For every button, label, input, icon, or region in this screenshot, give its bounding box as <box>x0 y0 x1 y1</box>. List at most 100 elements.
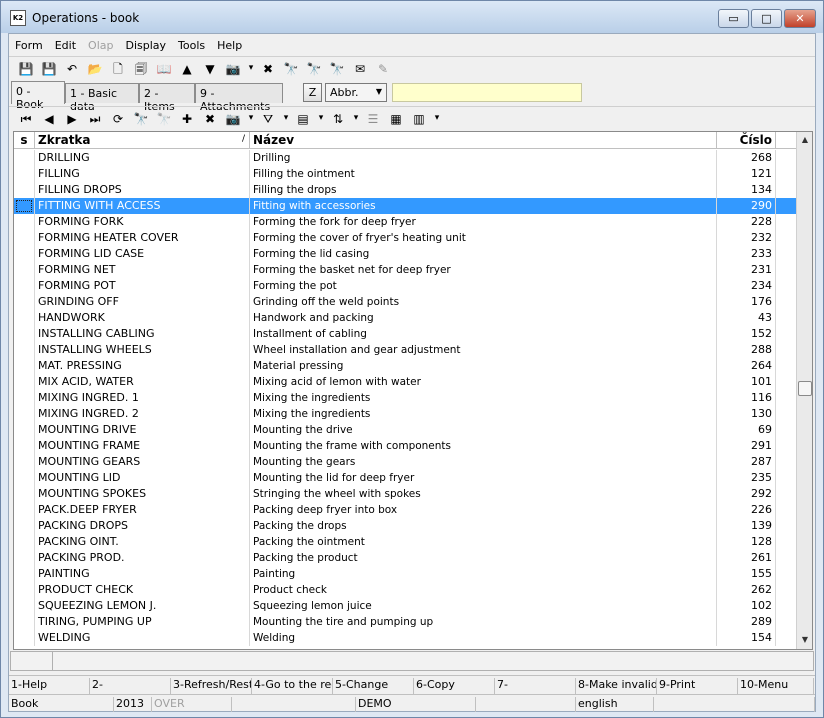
row-status-cell[interactable] <box>14 310 35 326</box>
cell-zkratka[interactable]: FORMING HEATER COVER <box>35 230 250 246</box>
row-status-cell[interactable] <box>14 326 35 342</box>
table-row[interactable]: PAINTING Painting 155 <box>14 566 796 582</box>
row-status-cell[interactable] <box>14 166 35 182</box>
cell-zkratka[interactable]: PACKING PROD. <box>35 550 250 566</box>
cell-nazev[interactable]: Painting <box>250 566 717 582</box>
columns-icon[interactable]: ▤ <box>294 110 312 128</box>
cell-zkratka[interactable]: MAT. PRESSING <box>35 358 250 374</box>
table-row[interactable]: GRINDING OFF Grinding off the weld points… <box>14 294 796 310</box>
cell-nazev[interactable]: Mixing acid of lemon with water <box>250 374 717 390</box>
row-status-cell[interactable] <box>14 582 35 598</box>
dropdown-arrow-icon[interactable]: ▾ <box>433 110 441 128</box>
save-as-icon[interactable]: 💾 <box>40 60 58 78</box>
cell-zkratka[interactable]: FORMING NET <box>35 262 250 278</box>
row-status-cell[interactable] <box>14 438 35 454</box>
cell-nazev[interactable]: Packing the product <box>250 550 717 566</box>
cell-zkratka[interactable]: MIX ACID, WATER <box>35 374 250 390</box>
cell-nazev[interactable]: Mixing the ingredients <box>250 390 717 406</box>
row-status-cell[interactable] <box>14 470 35 486</box>
tab-book[interactable]: 0 - Book <box>11 81 65 111</box>
scroll-up-icon[interactable]: ▲ <box>797 132 812 148</box>
dropdown-arrow-icon[interactable]: ▾ <box>317 110 325 128</box>
binoculars-icon[interactable]: 🔭 <box>282 60 300 78</box>
cell-zkratka[interactable]: FILLING <box>35 166 250 182</box>
cell-cislo[interactable]: 152 <box>717 326 776 342</box>
undo-icon[interactable]: ↶ <box>63 60 81 78</box>
previous-record-icon[interactable]: ◀ <box>40 110 58 128</box>
row-status-cell[interactable] <box>14 278 35 294</box>
cell-nazev[interactable]: Filling the ointment <box>250 166 717 182</box>
table-row[interactable]: MIX ACID, WATER Mixing acid of lemon with… <box>14 374 796 390</box>
table-row[interactable]: DRILLING Drilling 268 <box>14 150 796 166</box>
dropdown-arrow-icon[interactable]: ▾ <box>247 110 255 128</box>
menu-olap[interactable]: Olap <box>82 34 119 56</box>
table-row[interactable]: MIXING INGRED. 1 Mixing the ingredients 11… <box>14 390 796 406</box>
open-folder-icon[interactable]: 📂 <box>86 60 104 78</box>
cell-nazev[interactable]: Wheel installation and gear adjustment <box>250 342 717 358</box>
row-status-cell[interactable] <box>14 246 35 262</box>
row-status-cell[interactable] <box>14 390 35 406</box>
cell-cislo[interactable]: 228 <box>717 214 776 230</box>
menu-help[interactable]: Help <box>211 34 248 56</box>
cell-nazev[interactable]: Packing the drops <box>250 518 717 534</box>
cell-cislo[interactable]: 268 <box>717 150 776 166</box>
row-status-cell[interactable] <box>14 214 35 230</box>
dropdown-arrow-icon[interactable]: ▾ <box>352 110 360 128</box>
cell-cislo[interactable]: 290 <box>717 198 776 214</box>
minimize-button[interactable]: ▭ <box>718 9 749 28</box>
cell-cislo[interactable]: 261 <box>717 550 776 566</box>
table-row[interactable]: PRODUCT CHECK Product check 262 <box>14 582 796 598</box>
first-record-icon[interactable]: ⏮ <box>17 110 35 128</box>
cell-zkratka[interactable]: FORMING LID CASE <box>35 246 250 262</box>
cell-nazev[interactable]: Drilling <box>250 150 717 166</box>
camera-icon[interactable]: 📷 <box>224 60 242 78</box>
cell-cislo[interactable]: 292 <box>717 486 776 502</box>
title-bar[interactable]: K2 Operations - book ▭ □ ✕ <box>1 1 823 33</box>
cell-nazev[interactable]: Squeezing lemon juice <box>250 598 717 614</box>
table-row[interactable]: FORMING HEATER COVER Forming the cover of… <box>14 230 796 246</box>
cell-zkratka[interactable]: INSTALLING WHEELS <box>35 342 250 358</box>
cell-cislo[interactable]: 121 <box>717 166 776 182</box>
cell-cislo[interactable]: 134 <box>717 182 776 198</box>
table-row[interactable]: FITTING WITH ACCESS Fitting with accessor… <box>14 198 796 214</box>
table-row[interactable]: TIRING, PUMPING UP Mounting the tire and … <box>14 614 796 630</box>
cell-nazev[interactable]: Forming the fork for deep fryer <box>250 214 717 230</box>
binoculars-next-icon[interactable]: 🔭 <box>328 60 346 78</box>
cell-nazev[interactable]: Forming the cover of fryer's heating uni… <box>250 230 717 246</box>
cell-nazev[interactable]: Mounting the lid for deep fryer <box>250 470 717 486</box>
cell-nazev[interactable]: Forming the lid casing <box>250 246 717 262</box>
menu-form[interactable]: Form <box>9 34 49 56</box>
cell-zkratka[interactable]: MOUNTING LID <box>35 470 250 486</box>
next-record-icon[interactable]: ▶ <box>63 110 81 128</box>
excel-icon[interactable]: ✖ <box>259 60 277 78</box>
binoculars-filter-icon[interactable]: 🔭 <box>305 60 323 78</box>
table-row[interactable]: SQUEEZING LEMON J. Squeezing lemon juice 1… <box>14 598 796 614</box>
table-row[interactable]: MOUNTING LID Mounting the lid for deep fr… <box>14 470 796 486</box>
tab-attachments[interactable]: 9 - Attachments <box>195 83 283 113</box>
cell-nazev[interactable]: Welding <box>250 630 717 646</box>
cell-zkratka[interactable]: SQUEEZING LEMON J. <box>35 598 250 614</box>
cell-zkratka[interactable]: TIRING, PUMPING UP <box>35 614 250 630</box>
cell-zkratka[interactable]: PACKING OINT. <box>35 534 250 550</box>
table-row[interactable]: FILLING Filling the ointment 121 <box>14 166 796 182</box>
table-row[interactable]: PACKING PROD. Packing the product 261 <box>14 550 796 566</box>
cell-cislo[interactable]: 130 <box>717 406 776 422</box>
cell-zkratka[interactable]: HANDWORK <box>35 310 250 326</box>
camera-icon[interactable]: 📷 <box>224 110 242 128</box>
cell-zkratka[interactable]: WELDING <box>35 630 250 646</box>
row-status-cell[interactable] <box>14 182 35 198</box>
table-row[interactable]: PACKING OINT. Packing the ointment 128 <box>14 534 796 550</box>
column-header-s[interactable]: s <box>14 132 35 149</box>
sort-icon[interactable]: ⇅ <box>329 110 347 128</box>
cell-cislo[interactable]: 231 <box>717 262 776 278</box>
function-key-10[interactable]: 10-Menu <box>738 678 814 694</box>
table-row[interactable]: FORMING FORK Forming the fork for deep fr… <box>14 214 796 230</box>
menu-edit[interactable]: Edit <box>49 34 82 56</box>
cell-nazev[interactable]: Handwork and packing <box>250 310 717 326</box>
cell-cislo[interactable]: 116 <box>717 390 776 406</box>
cell-cislo[interactable]: 289 <box>717 614 776 630</box>
table-row[interactable]: INSTALLING CABLING Installment of cabling… <box>14 326 796 342</box>
cell-nazev[interactable]: Packing deep fryer into box <box>250 502 717 518</box>
binoculars-icon[interactable]: 🔭 <box>132 110 150 128</box>
arrow-up-icon[interactable]: ▲ <box>178 60 196 78</box>
